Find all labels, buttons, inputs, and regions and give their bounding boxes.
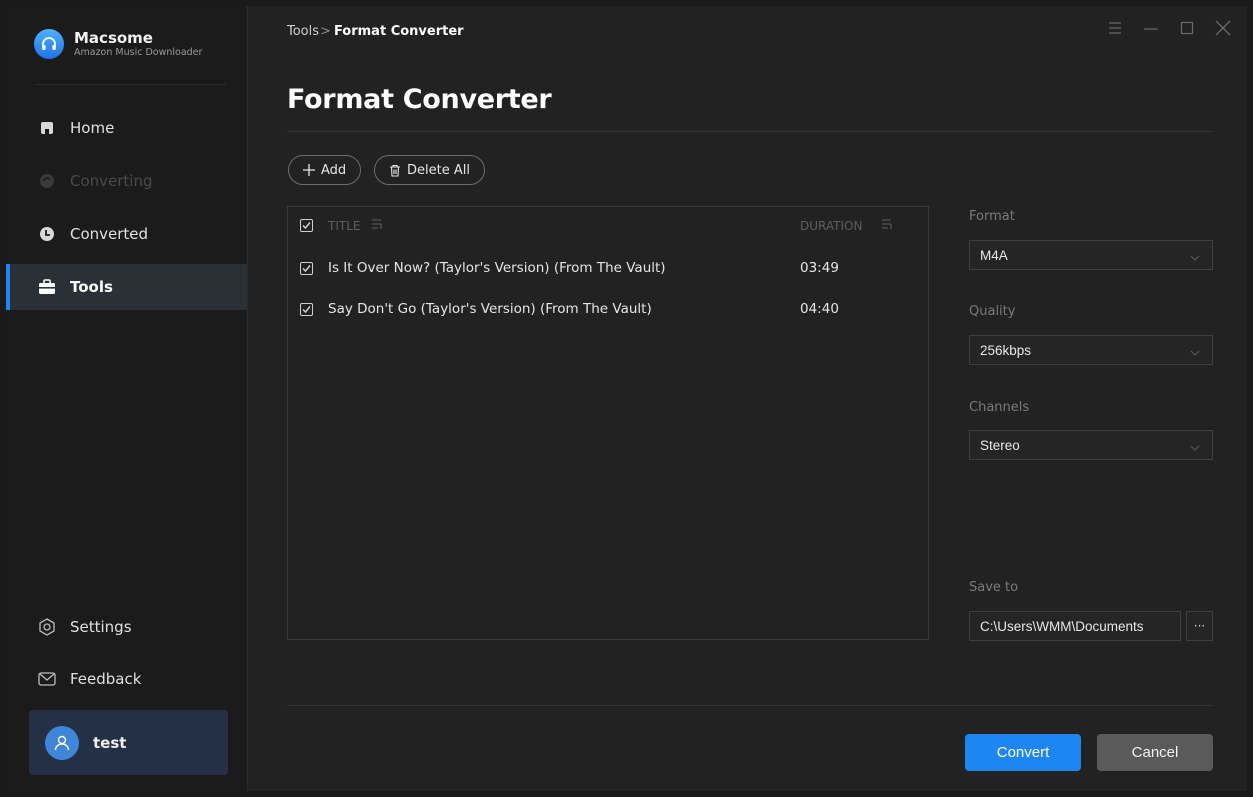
clock-icon	[38, 225, 56, 243]
check-icon	[302, 306, 311, 314]
sidebar-item-label: Converting	[70, 172, 153, 190]
plus-icon	[303, 164, 315, 176]
sidebar-item-converted[interactable]: Converted	[6, 211, 247, 257]
channels-value: Stereo	[980, 437, 1020, 453]
quality-select[interactable]: 256kbps	[969, 335, 1213, 365]
track-title: Say Don't Go (Taylor's Version) (From Th…	[328, 301, 652, 317]
delete-all-label: Delete All	[407, 162, 470, 178]
settings-icon	[38, 618, 56, 636]
sidebar-item-tools[interactable]: Tools	[6, 264, 247, 310]
chevron-down-icon	[1190, 345, 1200, 360]
brand-divider	[36, 84, 226, 85]
sidebar-item-feedback[interactable]: Feedback	[6, 656, 247, 702]
row-checkbox[interactable]	[300, 303, 313, 316]
row-checkbox[interactable]	[300, 262, 313, 275]
table-row[interactable]: Is It Over Now? (Taylor's Version) (From…	[288, 248, 928, 288]
track-table: TITLE DURATION Is It Over Now? (Taylor's…	[287, 206, 929, 640]
select-all-checkbox[interactable]	[300, 219, 313, 232]
chevron-down-icon	[1190, 440, 1200, 455]
app-subtitle: Amazon Music Downloader	[74, 46, 203, 58]
add-button[interactable]: Add	[288, 155, 362, 185]
headphones-logo-icon	[34, 29, 64, 59]
sidebar-item-converting[interactable]: Converting	[6, 158, 247, 204]
convert-button[interactable]: Convert	[965, 734, 1081, 771]
table-row[interactable]: Say Don't Go (Taylor's Version) (From Th…	[288, 289, 928, 329]
chevron-down-icon	[1190, 250, 1200, 265]
quality-value: 256kbps	[980, 342, 1032, 358]
breadcrumb-current: Format Converter	[333, 24, 464, 39]
home-icon	[38, 119, 56, 137]
app-name: Macsome	[74, 28, 153, 47]
sidebar-item-label: Home	[70, 119, 115, 137]
user-name: test	[93, 733, 127, 752]
quality-label: Quality	[969, 304, 1016, 319]
window-controls	[1107, 20, 1231, 36]
trash-icon	[389, 164, 401, 177]
check-icon	[302, 222, 311, 230]
browse-button[interactable]: ···	[1186, 611, 1213, 641]
sidebar-item-home[interactable]: Home	[6, 105, 247, 151]
sidebar-item-label: Settings	[70, 618, 132, 636]
sidebar-item-label: Feedback	[70, 670, 142, 688]
track-duration: 04:40	[800, 301, 839, 317]
format-label: Format	[969, 209, 1015, 224]
minimize-icon[interactable]	[1143, 20, 1159, 36]
delete-all-button[interactable]: Delete All	[374, 155, 485, 185]
sidebar-item-label: Converted	[70, 225, 149, 243]
footer-divider	[287, 705, 1213, 706]
mail-icon	[38, 670, 56, 688]
column-duration[interactable]: DURATION	[800, 219, 862, 233]
sort-icon[interactable]	[372, 218, 382, 233]
avatar	[45, 725, 79, 760]
track-title: Is It Over Now? (Taylor's Version) (From…	[328, 260, 666, 276]
menu-icon[interactable]	[1107, 20, 1123, 36]
toolbox-icon	[38, 278, 56, 296]
check-icon	[302, 265, 311, 273]
breadcrumb-separator: >	[320, 24, 331, 39]
cancel-button[interactable]: Cancel	[1097, 734, 1213, 771]
brand: Macsome Amazon Music Downloader	[34, 29, 202, 59]
sort-icon[interactable]	[882, 218, 892, 233]
sidebar-item-label: Tools	[70, 278, 113, 296]
save-path-input[interactable]: C:\Users\WMM\Documents	[969, 611, 1181, 641]
format-select[interactable]: M4A	[969, 240, 1213, 270]
breadcrumb: Tools> Format Converter	[287, 24, 464, 39]
page-title: Format Converter	[287, 84, 552, 115]
converting-icon	[38, 172, 56, 190]
sidebar-item-settings[interactable]: Settings	[6, 604, 247, 650]
channels-label: Channels	[969, 400, 1030, 415]
save-to-label: Save to	[969, 580, 1019, 595]
user-card[interactable]: test	[29, 710, 228, 775]
title-divider	[287, 131, 1213, 132]
maximize-icon[interactable]	[1179, 20, 1195, 36]
breadcrumb-parent[interactable]: Tools	[287, 24, 319, 39]
close-icon[interactable]	[1215, 20, 1231, 36]
add-button-label: Add	[321, 162, 347, 178]
sidebar: Macsome Amazon Music Downloader Home Con…	[6, 6, 248, 791]
track-duration: 03:49	[800, 260, 839, 276]
user-icon	[54, 735, 70, 750]
format-value: M4A	[980, 247, 1008, 263]
table-header: TITLE DURATION	[288, 207, 928, 245]
channels-select[interactable]: Stereo	[969, 430, 1213, 460]
column-title[interactable]: TITLE	[328, 219, 360, 233]
